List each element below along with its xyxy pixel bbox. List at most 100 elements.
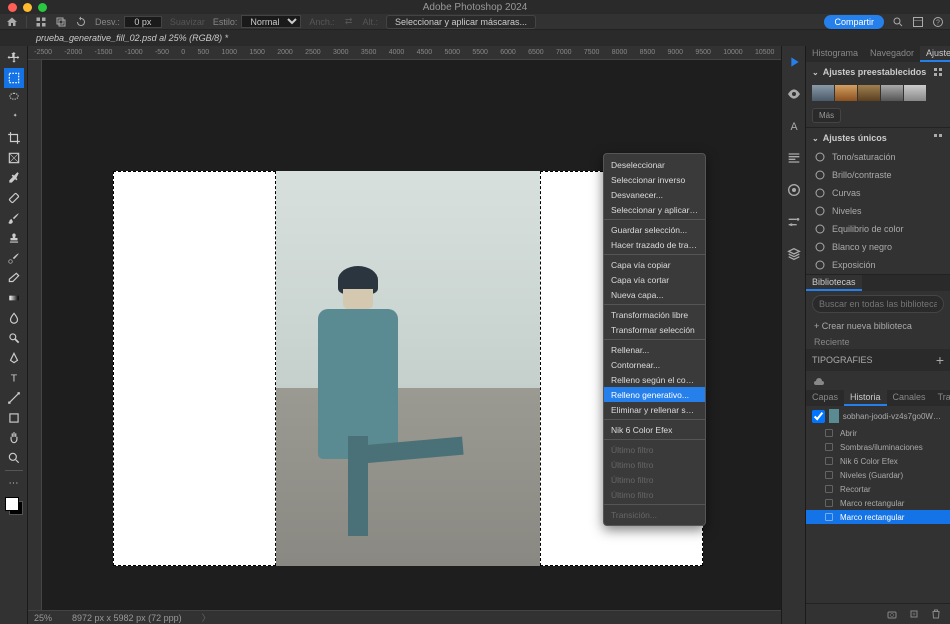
type-tool[interactable]: T [4,368,24,388]
context-menu-item[interactable]: Rellenar... [604,342,705,357]
eraser-tool[interactable] [4,268,24,288]
maximize-window-button[interactable] [38,3,47,12]
add-icon[interactable]: + [936,352,944,368]
heal-tool[interactable] [4,188,24,208]
library-search-input[interactable] [812,295,944,313]
home-icon[interactable] [6,16,18,28]
history-tab-capas[interactable]: Capas [806,390,844,406]
blur-tool[interactable] [4,308,24,328]
history-item[interactable]: Sombras/iluminaciones [806,440,950,454]
lasso-tool[interactable] [4,88,24,108]
adjustment-item[interactable]: Blanco y negro [806,238,950,256]
preset-thumb[interactable] [881,85,903,101]
hand-tool[interactable] [4,428,24,448]
typography-folder[interactable]: TIPOGRAFIES [812,355,873,365]
sliders-icon[interactable] [786,214,802,230]
unique-adjustments-header[interactable]: ⌄Ajustes únicos [806,128,950,148]
history-root[interactable]: sobhan-joodi-vz4s7go0Wkg-unsplash.jpg [806,406,950,426]
help-icon[interactable]: ? [932,16,944,28]
context-menu-item[interactable]: Relleno según el contenido... [604,372,705,387]
preset-thumb[interactable] [858,85,880,101]
copy-icon[interactable] [55,16,67,28]
grid-view-icon[interactable] [932,132,944,144]
context-menu-item[interactable]: Transformación libre [604,307,705,322]
history-item[interactable]: Niveles (Guardar) [806,468,950,482]
context-menu-item[interactable]: Desvanecer... [604,187,705,202]
search-icon[interactable] [892,16,904,28]
context-menu-item[interactable]: Eliminar y rellenar selección [604,402,705,417]
preset-thumb[interactable] [835,85,857,101]
target-icon[interactable] [786,182,802,198]
wand-tool[interactable] [4,108,24,128]
adjustment-item[interactable]: Curvas [806,184,950,202]
eye-icon[interactable] [786,86,802,102]
zoom-level[interactable]: 25% [34,613,52,623]
more-presets-button[interactable]: Más [812,108,841,123]
context-menu-item[interactable]: Capa vía copiar [604,257,705,272]
panel-tab-navegador[interactable]: Navegador [864,46,920,62]
desv-input[interactable] [124,16,162,28]
move-tool[interactable] [4,48,24,68]
eyedropper-tool[interactable] [4,168,24,188]
history-item[interactable]: Nik 6 Color Efex [806,454,950,468]
brush-tool[interactable] [4,208,24,228]
layers-icon[interactable] [786,246,802,262]
paragraph-icon[interactable] [786,150,802,166]
shape-tool[interactable] [4,408,24,428]
grid-icon[interactable] [35,16,47,28]
dodge-tool[interactable] [4,328,24,348]
context-menu-item[interactable]: Transformar selección [604,322,705,337]
adjustment-item[interactable]: Brillo/contraste [806,166,950,184]
share-button[interactable]: Compartir [824,15,884,29]
workspace-icon[interactable] [912,16,924,28]
font-icon[interactable]: A [786,118,802,134]
edit-toolbar[interactable]: ⋯ [4,473,24,493]
estilo-select[interactable]: Normal [241,15,301,28]
adjustment-item[interactable]: Equilibrio de color [806,220,950,238]
history-item[interactable]: Abrir [806,426,950,440]
history-item[interactable]: Recortar [806,482,950,496]
context-menu-item[interactable]: Relleno generativo... [604,387,705,402]
document-tab[interactable]: prueba_generative_fill_02.psd al 25% (RG… [28,33,236,43]
reset-icon[interactable] [75,16,87,28]
history-tab-trazados[interactable]: Trazados [932,390,950,406]
frame-tool[interactable] [4,148,24,168]
trash-icon[interactable] [930,608,942,620]
context-menu-item[interactable]: Seleccionar inverso [604,172,705,187]
new-icon[interactable] [908,608,920,620]
history-visibility-checkbox[interactable] [812,410,825,423]
context-menu-item[interactable]: Contornear... [604,357,705,372]
history-item[interactable]: Marco rectangular [806,510,950,524]
history-brush-tool[interactable] [4,248,24,268]
close-window-button[interactable] [8,3,17,12]
history-tab-historia[interactable]: Historia [844,390,887,406]
minimize-window-button[interactable] [23,3,32,12]
context-menu-item[interactable]: Guardar selección... [604,222,705,237]
new-library-button[interactable]: + Crear nueva biblioteca [806,317,950,335]
adjustment-item[interactable]: Exposición [806,256,950,274]
adjustment-item[interactable]: Tono/saturación [806,148,950,166]
panel-tab-ajustes[interactable]: Ajustes [920,46,950,62]
suavizar-checkbox[interactable]: Suavizar [170,17,205,27]
path-tool[interactable] [4,388,24,408]
context-menu-item[interactable]: Seleccionar y aplicar máscara... [604,202,705,217]
color-swatches[interactable] [5,497,23,515]
camera-icon[interactable] [886,608,898,620]
history-tab-canales[interactable]: Canales [887,390,932,406]
history-item[interactable]: Marco rectangular [806,496,950,510]
foreground-color[interactable] [5,497,19,511]
context-menu-item[interactable]: Deseleccionar [604,157,705,172]
zoom-tool[interactable] [4,448,24,468]
select-mask-button[interactable]: Seleccionar y aplicar máscaras... [386,15,536,29]
play-icon[interactable] [786,54,802,70]
presets-header[interactable]: ⌄Ajustes preestablecidos [806,62,950,82]
context-menu-item[interactable]: Nik 6 Color Efex [604,422,705,437]
context-menu-item[interactable]: Nueva capa... [604,287,705,302]
context-menu-item[interactable]: Capa vía cortar [604,272,705,287]
panel-tab-histograma[interactable]: Histograma [806,46,864,62]
crop-tool[interactable] [4,128,24,148]
pen-tool[interactable] [4,348,24,368]
grid-view-icon[interactable] [932,66,944,78]
preset-thumb[interactable] [904,85,926,101]
adjustment-item[interactable]: Niveles [806,202,950,220]
